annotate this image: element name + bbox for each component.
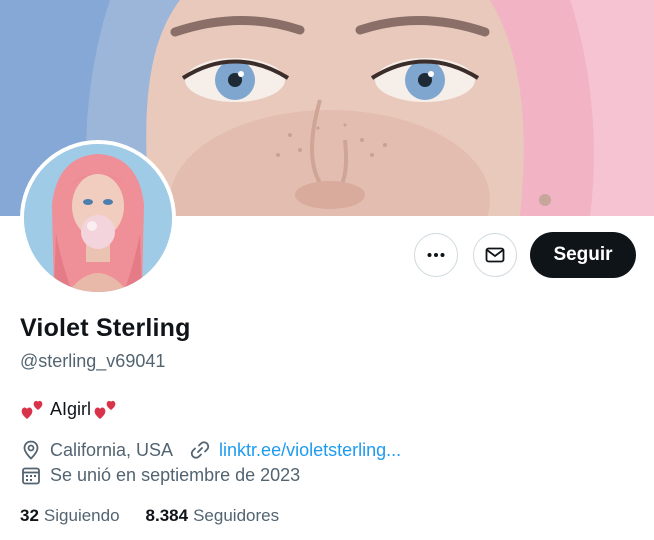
follow-button[interactable]: Seguir — [530, 232, 636, 278]
followers-link[interactable]: 8.384 Seguidores — [146, 506, 280, 526]
profile-stats: 32 Siguiendo 8.384 Seguidores — [20, 506, 279, 526]
user-handle: @sterling_v69041 — [20, 351, 166, 371]
envelope-icon — [485, 247, 505, 263]
profile-link[interactable]: linktr.ee/violetsterling... — [219, 440, 401, 461]
following-link[interactable]: 32 Siguiendo — [20, 506, 120, 526]
more-horizontal-icon — [427, 253, 445, 257]
message-button[interactable] — [473, 233, 517, 277]
profile-avatar[interactable] — [20, 140, 176, 296]
display-name: Violet Sterling — [20, 314, 191, 342]
calendar-icon — [20, 464, 42, 486]
profile-bio: AIgirl — [20, 397, 119, 421]
following-label: Siguiendo — [43, 506, 120, 525]
bio-text: AIgirl — [50, 398, 92, 419]
more-options-button[interactable] — [414, 233, 458, 277]
followers-count: 8.384 — [145, 506, 189, 525]
followers-label: Seguidores — [193, 506, 280, 525]
two-hearts-icon — [21, 400, 43, 419]
location-pin-icon — [20, 439, 42, 461]
avatar-image — [24, 144, 172, 292]
joined-text: Se unió en septiembre de 2023 — [50, 464, 301, 485]
link-icon — [189, 439, 211, 461]
location-text: California, USA — [50, 439, 174, 460]
two-hearts-icon — [94, 400, 116, 419]
profile-meta-row: California, USA linktr.ee/violetsterling… — [20, 439, 401, 461]
joined-row: Se unió en septiembre de 2023 — [20, 464, 300, 486]
following-count: 32 — [20, 506, 39, 525]
